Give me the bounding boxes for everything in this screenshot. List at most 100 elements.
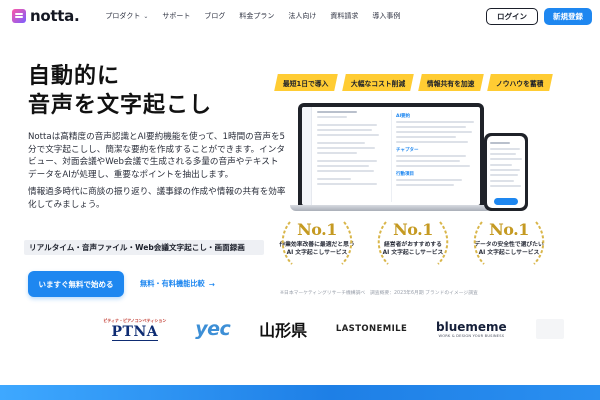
summary-line [396, 141, 468, 143]
award-badge: No.1 データの安全性で選びたい AI 文字起こしサービス [462, 218, 556, 265]
benefit-tag: 最短1日で導入 [274, 74, 338, 91]
summary-line [396, 155, 466, 157]
app-transcript: AI要約 チャプター 行動項目 [312, 107, 480, 205]
laurel-wreath-icon [377, 221, 449, 265]
summary-line [396, 165, 470, 167]
nav-item-case-studies[interactable]: 導入事例 [372, 11, 400, 21]
transcript-line [317, 124, 377, 126]
benefit-tags: 最短1日で導入 大幅なコスト削減 情報共有を加速 ノウハウを蓄積 [274, 74, 553, 91]
ai-summary-heading: AI要約 [396, 114, 411, 119]
laptop-screen: AI要約 チャプター 行動項目 [302, 107, 480, 205]
survey-footnote: ※日本マーケティングリサーチ機構調べ 調査概要：2023年6月期 ブランドのイメ… [280, 291, 478, 296]
bluememe-logo: bluememe WORK & DESIGN YOUR BUSINESS [436, 309, 507, 349]
hero-description: Nottaは高精度の音声認識とAI要約機能を使って、1時間の音声を5分で文字起こ… [28, 131, 286, 212]
nav-item-blog[interactable]: ブログ [204, 11, 225, 21]
phone-line [490, 169, 520, 171]
benefit-tag: ノウハウを蓄積 [487, 74, 553, 91]
chevron-down-icon: ⌄ [143, 12, 149, 20]
nav-label: 資料請求 [330, 12, 359, 20]
nav-item-support[interactable]: サポート [162, 11, 190, 21]
bottom-gradient-band [0, 385, 600, 400]
award-badge: No.1 作業効率改善に最適だと思う AI 文字起こしサービス [270, 218, 364, 265]
tag-label: 最短1日で導入 [283, 79, 329, 88]
bluememe-logo-text: bluememe [436, 320, 507, 334]
summary-line [396, 126, 466, 128]
summary-line [396, 136, 456, 138]
laptop-mockup: AI要約 チャプター 行動項目 [298, 103, 484, 207]
yec-logo: yec [195, 318, 231, 340]
client-logos: ピティナ・ピアノコンペティション PTNA yec 山形県 LASTONEMIL… [0, 300, 600, 358]
action-items-heading: 行動項目 [396, 172, 414, 177]
phone-line [490, 153, 516, 155]
nav-label: サポート [162, 12, 191, 20]
client-logo-placeholder [54, 316, 74, 342]
award-badge: No.1 経営者がおすすめする AI 文字起こしサービス [366, 218, 460, 265]
summary-line [396, 121, 474, 123]
transcript-line [317, 116, 347, 118]
signup-button[interactable]: 新規登録 [544, 7, 592, 25]
phone-line [490, 142, 510, 144]
phone-line [490, 185, 521, 187]
chapter-heading: チャプター [396, 148, 419, 153]
summary-line [396, 179, 462, 181]
laurel-wreath-icon [473, 221, 545, 265]
nav-label: ブログ [204, 12, 226, 20]
app-sidebar [302, 107, 312, 205]
phone-line [490, 158, 522, 160]
plan-comparison-link[interactable]: 無料・有料機能比較 → [140, 279, 215, 289]
transcript-line [317, 152, 357, 154]
hero-title: 自動的に 音声を文字起こし [28, 62, 212, 120]
feature-strip: リアルタイム・音声ファイル・Web会議文字起こし・画面録画 [24, 240, 264, 255]
tag-label: 大幅なコスト削減 [350, 79, 405, 88]
hero-description-p2: 情報過多時代に商談の振り返り、議事録の作成や情報の共有を効率化してみましょう。 [28, 187, 286, 210]
bluememe-logo-subtext: WORK & DESIGN YOUR BUSINESS [438, 334, 505, 338]
summary-line [396, 160, 460, 162]
laptop-base [290, 205, 492, 211]
nav-label: 料金プラン [239, 12, 275, 20]
notta-logo[interactable]: notta. [12, 7, 80, 25]
award-badges: No.1 作業効率改善に最適だと思う AI 文字起こしサービス No.1 経営者… [270, 218, 556, 265]
transcript-line [317, 142, 365, 144]
laurel-wreath-icon [281, 221, 353, 265]
tag-label: 情報共有を加速 [426, 79, 475, 88]
phone-line [490, 164, 512, 166]
transcript-line [317, 183, 377, 185]
transcript-line [317, 129, 372, 131]
login-button[interactable]: ログイン [486, 7, 538, 25]
hero-title-line-2: 音声を文字起こし [28, 93, 213, 118]
nav-item-documents[interactable]: 資料請求 [330, 11, 358, 21]
transcript-line [317, 111, 357, 113]
nav-label: 法人向け [288, 12, 317, 20]
lastonemile-logo: LASTONEMILE [335, 324, 408, 334]
transcript-line [317, 147, 375, 149]
phone-record-button [494, 198, 518, 205]
nav-item-product[interactable]: プロダクト ⌄ [105, 11, 148, 21]
benefit-tag: 大幅なコスト削減 [341, 74, 414, 91]
nav-item-pricing[interactable]: 料金プラン [239, 11, 274, 21]
transcript-line [317, 170, 374, 172]
hero-description-p1: Nottaは高精度の音声認識とAI要約機能を使って、1時間の音声を5分で文字起こ… [28, 132, 286, 180]
transcript-line [317, 134, 379, 136]
nav-item-business[interactable]: 法人向け [288, 11, 316, 21]
nav-label: 導入事例 [372, 12, 401, 20]
summary-line [396, 184, 454, 186]
transcript-line [317, 160, 377, 162]
ptna-logo: ピティナ・ピアノコンペティション PTNA [103, 309, 166, 349]
hero-title-line-1: 自動的に [28, 64, 121, 89]
client-logo-placeholder [535, 319, 564, 339]
transcript-line [317, 178, 351, 180]
nav-label: プロダクト [105, 12, 141, 20]
yamagata-logo: 山形県 [259, 321, 308, 340]
header-actions: ログイン 新規登録 [486, 7, 592, 25]
notta-logo-icon [12, 9, 26, 23]
tag-label: ノウハウを蓄積 [496, 79, 545, 88]
arrow-right-icon: → [208, 279, 215, 289]
logo-text: notta. [30, 7, 80, 25]
summary-line [396, 131, 472, 133]
start-free-button[interactable]: いますぐ無料で始める [28, 271, 124, 297]
ptna-logo-text: PTNA [111, 323, 159, 341]
phone-line [490, 180, 514, 182]
site-header: notta. プロダクト ⌄ サポート ブログ 料金プラン 法人向け 資料請求 … [0, 0, 600, 32]
plan-comparison-label: 無料・有料機能比較 [140, 279, 205, 288]
transcript-line [317, 165, 369, 167]
